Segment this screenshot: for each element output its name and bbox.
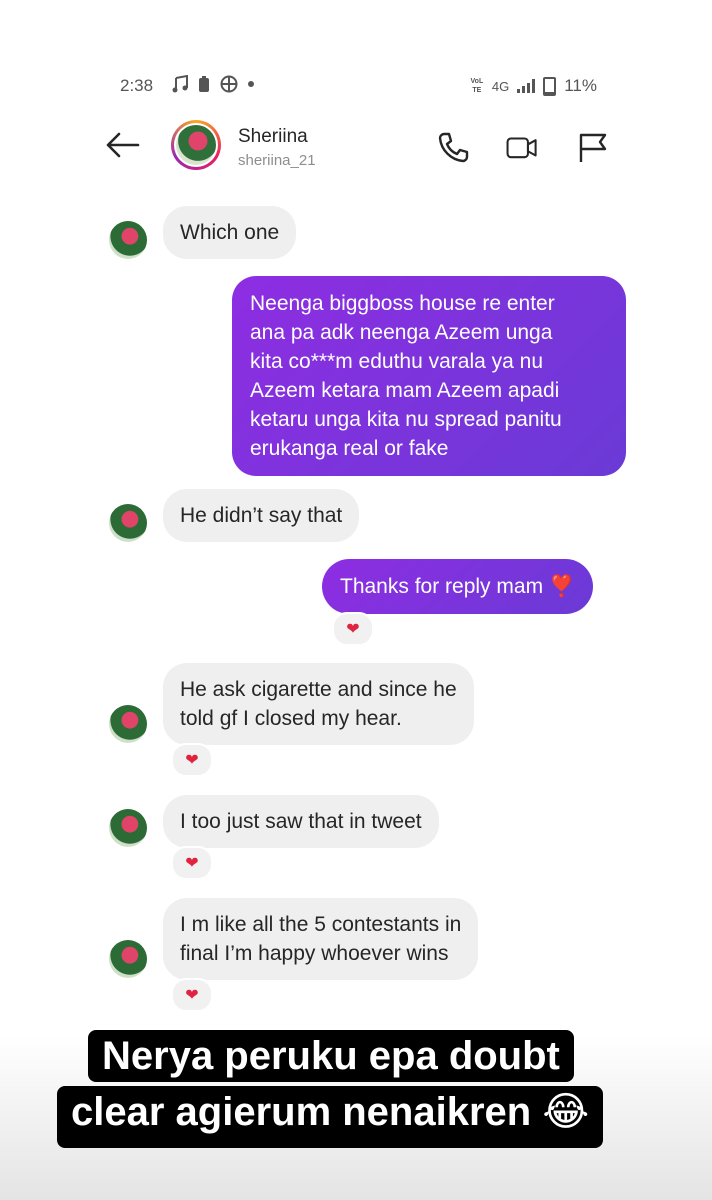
message-line: erukanga real or fake [250,437,449,460]
reaction-glyph: ❤ [185,855,199,872]
incoming-message[interactable]: I too just saw that in tweet [163,795,439,848]
heart-reaction-icon[interactable]: ❤ [171,978,213,1012]
profile-avatar[interactable] [171,120,221,170]
message-line: kita co***m eduthu varala ya nu [250,350,544,373]
back-arrow-icon[interactable] [104,130,140,160]
phone-icon[interactable] [436,130,470,164]
sender-avatar[interactable] [109,705,147,743]
message-line: told gf I closed my hear. [180,707,402,730]
sender-avatar[interactable] [109,504,147,542]
message-line: ana pa adk neenga Azeem unga [250,321,553,344]
battery-icon [543,76,557,96]
incoming-message[interactable]: He didn’t say that [163,489,360,542]
status-bar: 2:38 VoLTE 4G 11% [0,75,712,100]
caption-line-1: Nerya peruku epa doubt [88,1030,574,1082]
music-note-icon [172,75,188,93]
heart-reaction-icon[interactable]: ❤ [171,743,213,777]
battery-percent: 11% [564,76,597,95]
message-line: Azeem ketara mam Azeem apadi [250,379,560,402]
sender-avatar[interactable] [109,221,147,259]
status-right-icons: VoLTE 4G 11% [470,76,597,96]
reaction-glyph: ❤ [346,621,360,638]
status-time: 2:38 [120,76,154,95]
contact-handle[interactable]: sheriina_21 [238,152,316,169]
incoming-message[interactable]: He ask cigarette and since he told gf I … [163,663,474,745]
message-line: final I’m happy whoever wins [180,942,449,965]
contact-name[interactable]: Sheriina [238,126,308,148]
flag-icon[interactable] [576,130,610,164]
heart-reaction-icon[interactable]: ❤ [332,612,374,646]
message-line: He ask cigarette and since he [180,678,457,701]
network-type: 4G [491,78,510,94]
dot-icon [248,81,254,87]
outgoing-message[interactable]: Thanks for reply mam ❣️ [322,559,594,614]
volte-icon: VoLTE [470,77,484,95]
globe-icon [220,75,238,93]
caption-line-2: clear agierum nenaikren 😂 [57,1086,604,1148]
incoming-message[interactable]: Which one [163,206,297,259]
reaction-glyph: ❤ [185,752,199,769]
message-text: Thanks for reply mam ❣️ [340,575,576,598]
reaction-glyph: ❤ [185,987,199,1004]
message-text: I too just saw that in tweet [180,810,422,833]
volte-label: VoLTE [470,78,484,94]
status-left-icons [172,75,254,93]
message-text: Which one [180,221,280,244]
battery-saver-icon [199,76,209,92]
outgoing-message[interactable]: Neenga biggboss house re enter ana pa ad… [232,276,626,476]
message-line: ketaru unga kita nu spread panitu [250,408,562,431]
message-line: I m like all the 5 contestants in [180,913,462,936]
signal-icon [517,79,536,93]
sender-avatar[interactable] [109,940,147,978]
message-text: He didn’t say that [180,504,343,527]
sender-avatar[interactable] [109,809,147,847]
video-call-icon[interactable] [505,130,539,164]
message-line: Neenga biggboss house re enter [250,292,555,315]
chat-header: Sheriina sheriina_21 [0,118,712,178]
incoming-message[interactable]: I m like all the 5 contestants in final … [163,898,479,980]
heart-reaction-icon[interactable]: ❤ [171,846,213,880]
